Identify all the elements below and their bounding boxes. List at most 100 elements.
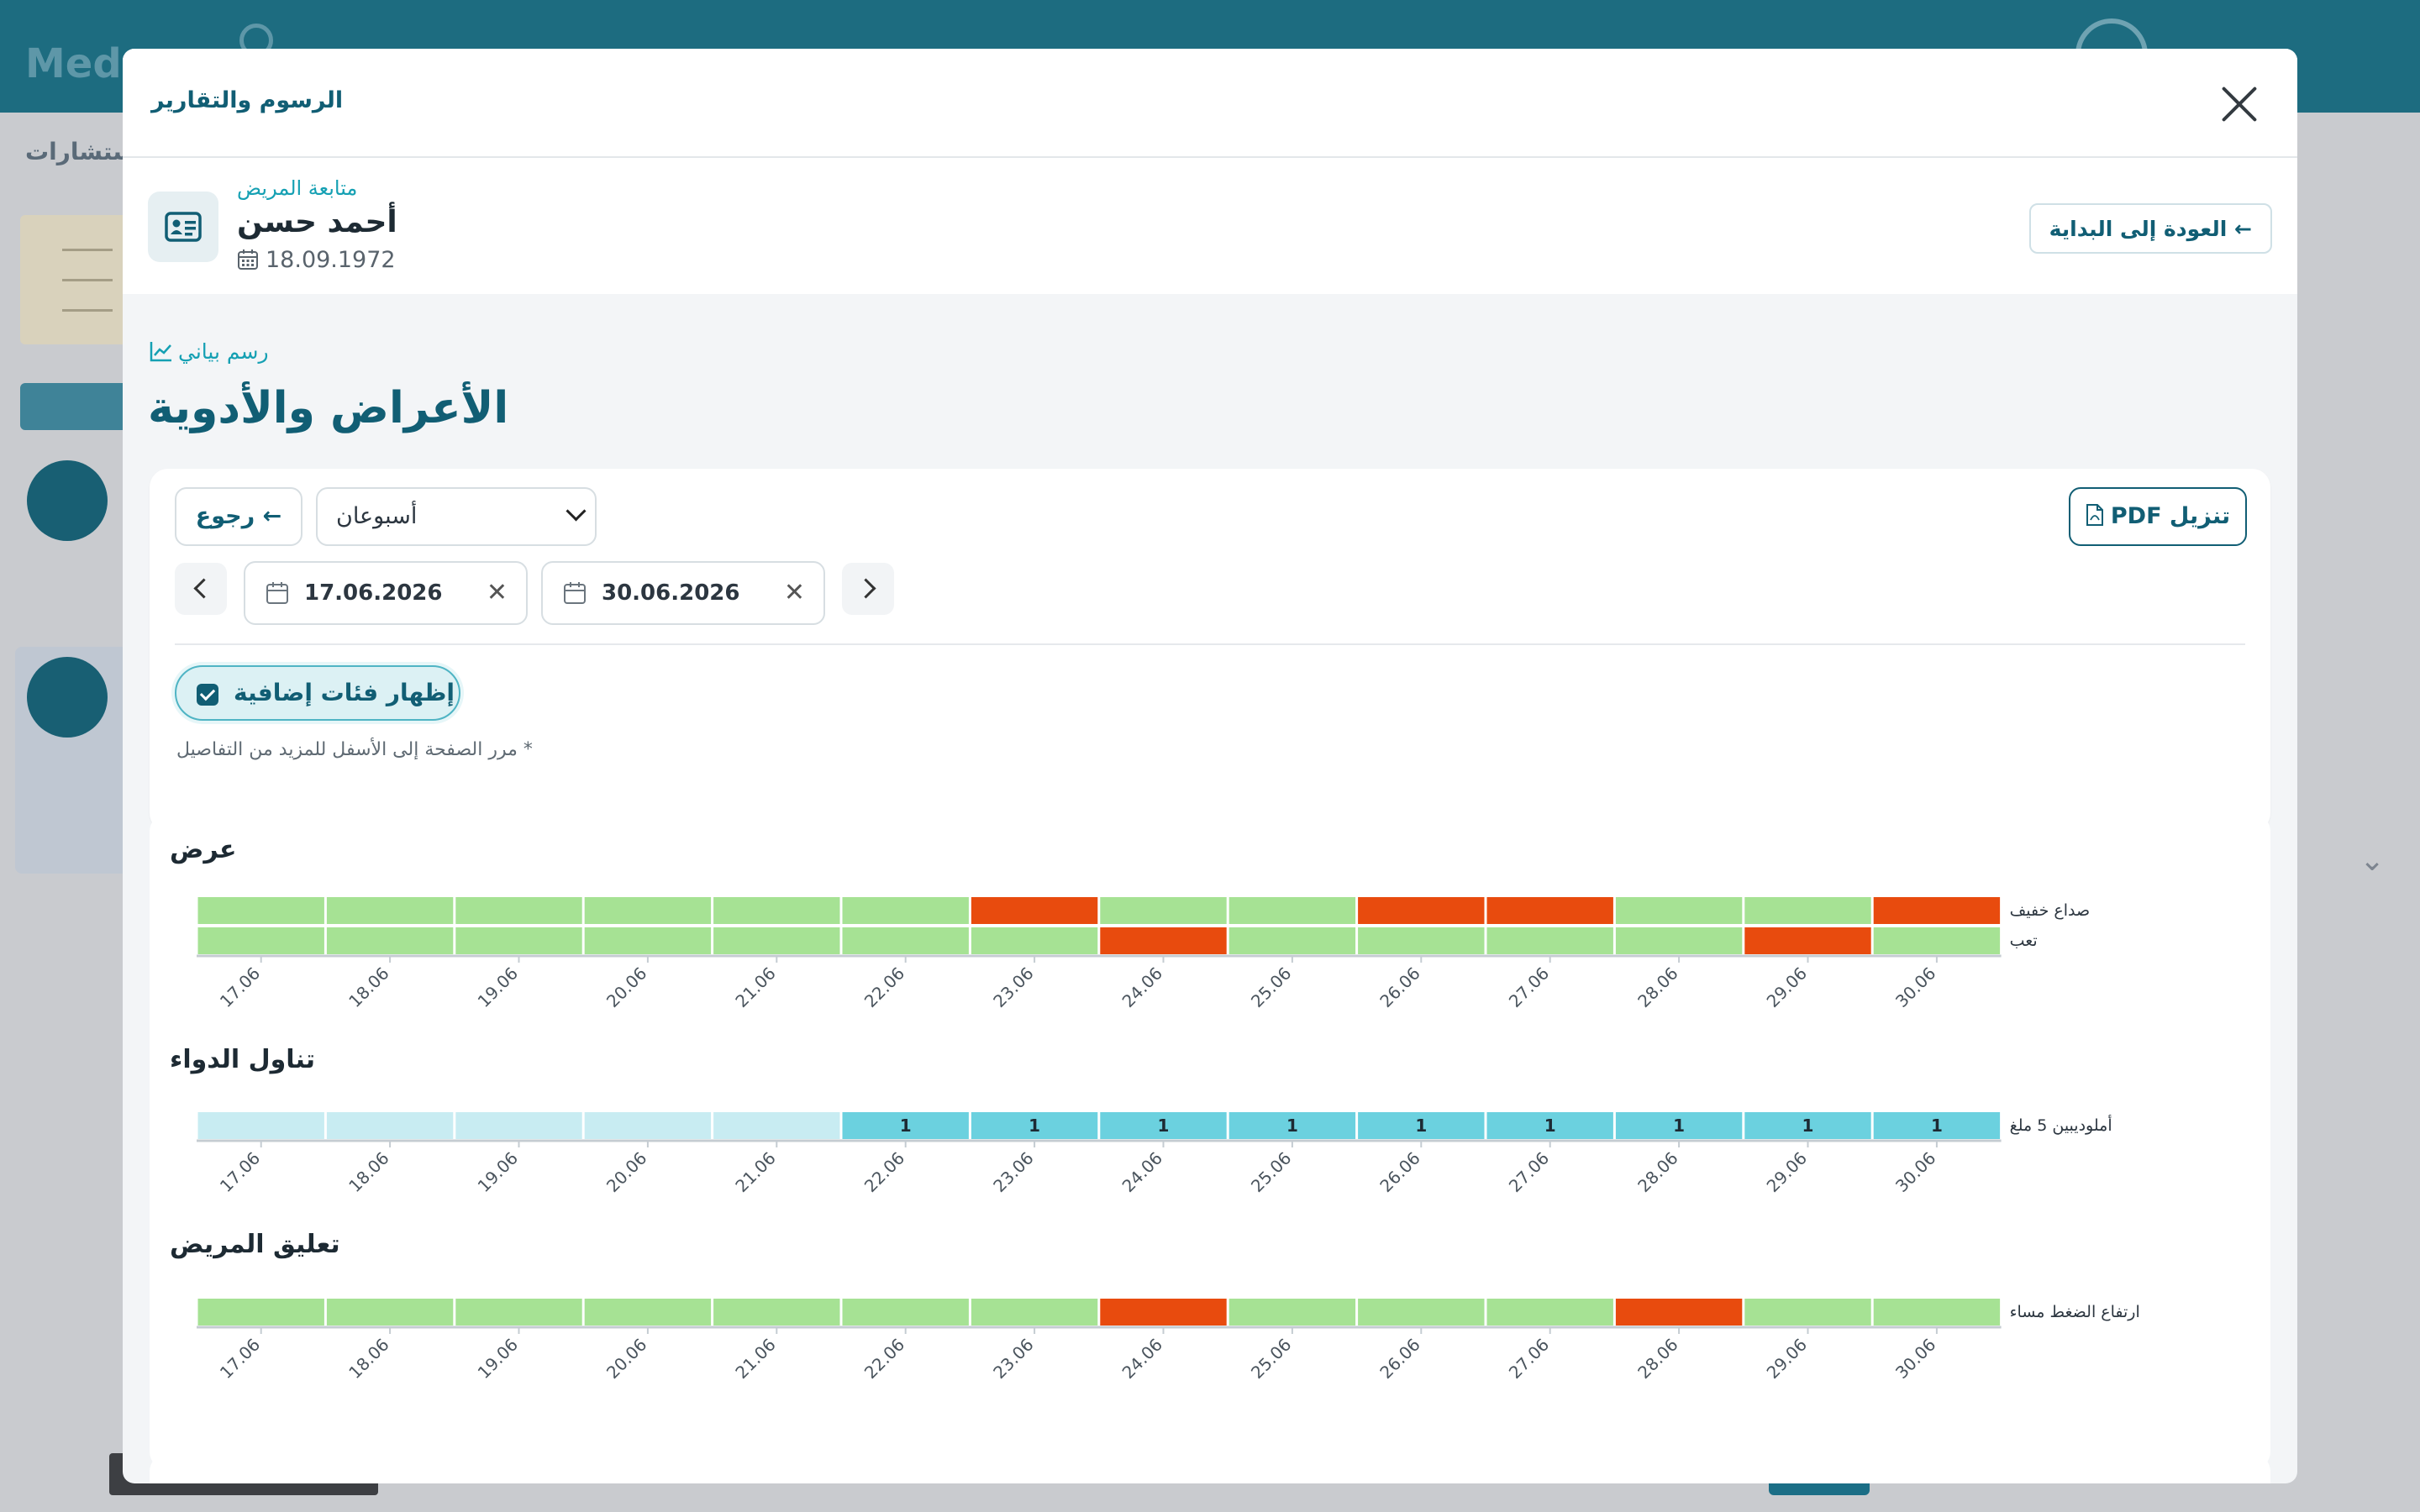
calendar-icon — [266, 582, 288, 604]
series-label: أملوديبين 5 ملغ — [2010, 1115, 2112, 1135]
medication-title: تناول الدواء — [170, 1045, 316, 1074]
x-tick-label: 30.06 — [1891, 1335, 1939, 1383]
heatmap-cell — [584, 1112, 712, 1139]
x-tick-label: 26.06 — [1376, 1335, 1423, 1383]
x-tick-label: 18.06 — [345, 1148, 392, 1196]
extra-categories-toggle[interactable]: إظهار فئات إضافية — [175, 665, 460, 721]
back-button[interactable]: رجوع ← — [175, 487, 302, 546]
heatmap-cell — [1486, 927, 1613, 954]
id-card-icon — [148, 192, 218, 262]
x-tick-label: 19.06 — [474, 1335, 522, 1383]
note-line — [62, 309, 113, 312]
app-avatar-circle — [27, 657, 108, 738]
x-tick-label: 20.06 — [602, 1335, 650, 1383]
heatmap-cell — [1744, 897, 1871, 924]
x-tick-label: 18.06 — [345, 1335, 392, 1383]
heatmap-cell — [197, 897, 324, 924]
heatmap-cell — [842, 927, 969, 954]
date-from-field[interactable]: 17.06.2026 ✕ — [244, 561, 528, 625]
heatmap-cell — [1486, 897, 1613, 924]
x-tick-label: 24.06 — [1118, 1335, 1166, 1383]
cell-value-label: 1 — [1286, 1116, 1298, 1136]
heatmap-cell — [713, 1112, 840, 1139]
heatmap-cell — [1100, 927, 1227, 954]
x-tick-label: 17.06 — [216, 963, 264, 1011]
chevron-down-icon — [566, 501, 587, 522]
back-home-button[interactable]: العودة إلى البداية ← — [2028, 203, 2272, 254]
x-tick-label: 20.06 — [602, 1148, 650, 1196]
heatmap-cell — [1100, 1299, 1227, 1326]
download-pdf-button[interactable]: PDF تنزيل — [2069, 487, 2247, 546]
cell-value-label: 1 — [1802, 1116, 1814, 1136]
cell-value-label: 1 — [1544, 1116, 1556, 1136]
x-tick-label: 27.06 — [1505, 1148, 1553, 1196]
symptoms-chart: صداع خفيف تعب 17.06 18.06 19.06 20.06 21.06 22.… — [197, 897, 2090, 1011]
app-tab-label: ستشارات — [25, 138, 136, 165]
x-tick-label: 21.06 — [731, 963, 779, 1011]
patient-name: أحمد حسن — [237, 205, 397, 239]
cell-value-label: 1 — [1415, 1116, 1427, 1136]
heatmap-cell — [326, 927, 454, 954]
note-line — [62, 249, 113, 251]
heatmap-cell — [1744, 1299, 1871, 1326]
heatmap-cell — [1873, 1299, 2001, 1326]
date-to-value: 30.06.2026 — [602, 580, 740, 606]
app-avatar-circle — [27, 460, 108, 541]
heatmap-cell — [1228, 927, 1356, 954]
patient-comment-chart: ارتفاع الضغط مساء 17.06 18.06 19.06 20.06 21.… — [197, 1299, 2140, 1383]
x-tick-label: 29.06 — [1763, 1148, 1811, 1196]
heatmap-cell — [1100, 897, 1227, 924]
range-select[interactable]: أسبوعان — [316, 487, 597, 546]
scroll-hint: مرر الصفحة إلى الأسفل للمزيد من التفاصيل… — [176, 739, 533, 760]
heatmap-cell — [713, 927, 840, 954]
divider — [175, 643, 2245, 645]
x-tick-label: 22.06 — [860, 963, 908, 1011]
date-to-field[interactable]: 30.06.2026 ✕ — [541, 561, 825, 625]
close-button[interactable] — [2217, 82, 2260, 126]
x-tick-label: 29.06 — [1763, 963, 1811, 1011]
heatmap-cell — [842, 897, 969, 924]
x-tick-label: 19.06 — [474, 1148, 522, 1196]
x-tick-label: 19.06 — [474, 963, 522, 1011]
clear-icon[interactable]: ✕ — [784, 563, 805, 623]
x-tick-label: 22.06 — [860, 1335, 908, 1383]
heatmap-cell — [455, 927, 582, 954]
clear-icon[interactable]: ✕ — [487, 563, 508, 623]
cell-value-label: 1 — [1931, 1116, 1943, 1136]
chevron-right-icon — [855, 578, 876, 599]
checkbox-checked-icon[interactable] — [197, 684, 218, 706]
x-tick-label: 25.06 — [1247, 1335, 1295, 1383]
modal-header: الرسوم والتقارير — [123, 49, 2297, 158]
heatmap-cell — [197, 927, 324, 954]
filter-card: رجوع ← أسبوعان 17.06.2026 ✕ 30.06.2026 ✕… — [150, 469, 2270, 832]
charts-reports-modal: الرسوم والتقارير متابعة المريض أحمد حسن … — [123, 49, 2297, 1483]
chevron-left-icon — [193, 578, 214, 599]
heatmap-cell — [197, 1299, 324, 1326]
heatmap-cell — [584, 1299, 712, 1326]
next-period-button[interactable] — [842, 563, 894, 615]
chart-line-icon — [150, 342, 171, 362]
prev-period-button[interactable] — [175, 563, 227, 615]
range-select-value: أسبوعان — [336, 503, 418, 529]
heatmap-cell — [1228, 1299, 1356, 1326]
x-tick-label: 24.06 — [1118, 963, 1166, 1011]
x-tick-label: 25.06 — [1247, 963, 1295, 1011]
patient-dob: 18.09.1972 — [237, 247, 396, 273]
x-tick-label: 18.06 — [345, 963, 392, 1011]
medication-chart: 1 1 1 1 1 1 1 1 1 أملوديبين 5 ملغ 17.06 18.06 19.06 2… — [197, 1112, 2112, 1196]
x-tick-label: 23.06 — [989, 963, 1037, 1011]
x-tick-label: 21.06 — [731, 1148, 779, 1196]
symptoms-title: عرض — [170, 835, 237, 864]
cell-value-label: 1 — [1673, 1116, 1685, 1136]
chart-section-link[interactable]: رسم بياني — [150, 339, 269, 364]
heatmap-cell — [713, 897, 840, 924]
x-tick-label: 25.06 — [1247, 1148, 1295, 1196]
heatmap-cell — [1615, 897, 1743, 924]
heatmap-cell — [713, 1299, 840, 1326]
date-from-value: 17.06.2026 — [304, 580, 443, 606]
x-tick-label: 26.06 — [1376, 963, 1423, 1011]
cell-value-label: 1 — [900, 1116, 912, 1136]
x-tick-label: 27.06 — [1505, 1335, 1553, 1383]
patient-section-label: متابعة المريض — [237, 176, 358, 200]
x-tick-label: 26.06 — [1376, 1148, 1423, 1196]
